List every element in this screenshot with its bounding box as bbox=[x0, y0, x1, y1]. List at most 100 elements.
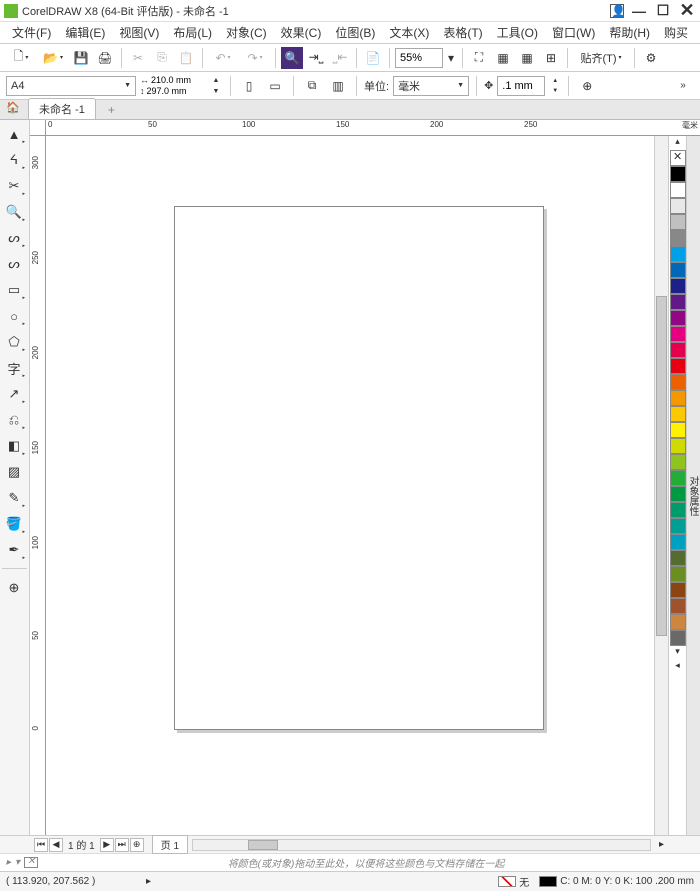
menu-text[interactable]: 文本(X) bbox=[383, 22, 435, 43]
page-next[interactable]: ▶ bbox=[100, 838, 114, 852]
ellipse-tool[interactable]: ○▸ bbox=[2, 304, 26, 328]
color-swatch[interactable] bbox=[670, 374, 686, 390]
scroll-right[interactable]: ▸ bbox=[655, 839, 668, 850]
menu-edit[interactable]: 编辑(E) bbox=[59, 22, 111, 43]
page-last[interactable]: ⏭ bbox=[115, 838, 129, 852]
vertical-ruler[interactable]: 300 250 200 150 100 50 0 bbox=[30, 136, 46, 835]
color-swatch[interactable] bbox=[670, 502, 686, 518]
color-swatch-none[interactable]: ✕ bbox=[670, 150, 686, 166]
minimize-button[interactable]: — bbox=[630, 3, 648, 19]
color-swatch[interactable] bbox=[670, 422, 686, 438]
vertical-scrollbar[interactable] bbox=[654, 136, 668, 835]
color-swatch[interactable] bbox=[670, 630, 686, 646]
zoom-tool[interactable]: 🔍▸ bbox=[2, 200, 26, 224]
print-button[interactable]: 🖨 bbox=[94, 47, 116, 69]
transparency-tool[interactable]: ▨ bbox=[2, 460, 26, 484]
shape-tool[interactable]: ᔦ▸ bbox=[2, 148, 26, 172]
menu-help[interactable]: 帮助(H) bbox=[603, 22, 656, 43]
pick-tool[interactable]: ▲▸ bbox=[2, 122, 26, 146]
nudge-down[interactable]: ▼ bbox=[549, 86, 561, 96]
menu-buy[interactable]: 购买 bbox=[658, 22, 694, 43]
artistic-media-tool[interactable]: ᔕ bbox=[2, 252, 26, 276]
palette-up[interactable]: ▴ bbox=[669, 136, 686, 150]
hscroll-thumb[interactable] bbox=[248, 840, 278, 850]
outline-tool[interactable]: ✒▸ bbox=[2, 538, 26, 562]
color-swatch[interactable] bbox=[670, 294, 686, 310]
hint-nav-down[interactable]: ▾ bbox=[15, 857, 20, 868]
menu-window[interactable]: 窗口(W) bbox=[546, 22, 601, 43]
color-swatch[interactable] bbox=[670, 454, 686, 470]
color-swatch[interactable] bbox=[670, 438, 686, 454]
color-swatch[interactable] bbox=[670, 550, 686, 566]
open-button[interactable]: 📂▾ bbox=[38, 47, 68, 69]
new-button[interactable]: 🗋▾ bbox=[6, 47, 36, 69]
document-tab[interactable]: 未命名 -1 bbox=[28, 98, 96, 119]
color-swatch[interactable] bbox=[670, 198, 686, 214]
page-height-input[interactable] bbox=[147, 86, 201, 97]
copy-button[interactable]: ⎘ bbox=[151, 47, 173, 69]
color-swatch[interactable] bbox=[670, 566, 686, 582]
eyedropper-tool[interactable]: ✎▸ bbox=[2, 486, 26, 510]
rulers-button[interactable]: ▦ bbox=[492, 47, 514, 69]
parallel-dim-tool[interactable]: ↗▸ bbox=[2, 382, 26, 406]
fill-tool[interactable]: 🪣▸ bbox=[2, 512, 26, 536]
color-swatch[interactable] bbox=[670, 182, 686, 198]
guides-button[interactable]: ⊞ bbox=[540, 47, 562, 69]
width-spinner-down[interactable]: ▼ bbox=[209, 86, 223, 97]
all-pages-button[interactable]: ⧉ bbox=[301, 75, 323, 97]
export-button[interactable]: ⎵⇤ bbox=[329, 47, 351, 69]
color-swatch[interactable] bbox=[670, 326, 686, 342]
rectangle-tool[interactable]: ▭▸ bbox=[2, 278, 26, 302]
account-icon[interactable]: 👤 bbox=[610, 4, 624, 18]
connector-tool[interactable]: ⎌▸ bbox=[2, 408, 26, 432]
redo-button[interactable]: ↷▾ bbox=[240, 47, 270, 69]
portrait-button[interactable]: ▯ bbox=[238, 75, 260, 97]
duplicate-distance-button[interactable]: ⊕ bbox=[576, 75, 598, 97]
page-tab[interactable]: 页 1 bbox=[152, 835, 188, 854]
color-swatch[interactable] bbox=[670, 230, 686, 246]
crop-tool[interactable]: ✂▸ bbox=[2, 174, 26, 198]
color-swatch[interactable] bbox=[670, 310, 686, 326]
add-tab-button[interactable]: + bbox=[98, 101, 125, 119]
horizontal-scrollbar[interactable] bbox=[192, 839, 651, 851]
drop-shadow-tool[interactable]: ◧▸ bbox=[2, 434, 26, 458]
color-swatch[interactable] bbox=[670, 246, 686, 262]
color-swatch[interactable] bbox=[670, 342, 686, 358]
status-next-icon[interactable]: ▸ bbox=[146, 876, 151, 887]
menu-table[interactable]: 表格(T) bbox=[437, 22, 488, 43]
grid-button[interactable]: ▦ bbox=[516, 47, 538, 69]
snap-button[interactable]: 贴齐(T)▾ bbox=[573, 47, 629, 69]
paste-button[interactable]: 📋 bbox=[175, 47, 197, 69]
color-swatch[interactable] bbox=[670, 166, 686, 182]
freehand-tool[interactable]: ᔕ▸ bbox=[2, 226, 26, 250]
undo-button[interactable]: ↶▾ bbox=[208, 47, 238, 69]
menu-tools[interactable]: 工具(O) bbox=[491, 22, 544, 43]
color-swatch[interactable] bbox=[670, 470, 686, 486]
drawing-canvas[interactable] bbox=[46, 136, 654, 835]
menu-view[interactable]: 视图(V) bbox=[113, 22, 165, 43]
menu-layout[interactable]: 布局(L) bbox=[167, 22, 218, 43]
page-first[interactable]: ⏮ bbox=[34, 838, 48, 852]
color-swatch[interactable] bbox=[670, 486, 686, 502]
close-button[interactable]: ✕ bbox=[678, 0, 696, 21]
search-button[interactable]: 🔍 bbox=[281, 47, 303, 69]
nudge-up[interactable]: ▲ bbox=[549, 76, 561, 86]
cut-button[interactable]: ✂ bbox=[127, 47, 149, 69]
maximize-button[interactable]: ☐ bbox=[654, 2, 672, 19]
color-swatch[interactable] bbox=[670, 278, 686, 294]
nudge-input[interactable] bbox=[497, 76, 545, 96]
palette-flyout[interactable]: ◂ bbox=[669, 660, 686, 674]
ruler-origin[interactable] bbox=[30, 120, 46, 136]
hint-swatch[interactable]: ✕ bbox=[24, 857, 38, 868]
page-prev[interactable]: ◀ bbox=[49, 838, 63, 852]
menu-file[interactable]: 文件(F) bbox=[6, 22, 57, 43]
color-swatch[interactable] bbox=[670, 406, 686, 422]
fullscreen-button[interactable]: ⛶ bbox=[468, 47, 490, 69]
landscape-button[interactable]: ▭ bbox=[264, 75, 286, 97]
toolbar-overflow[interactable]: » bbox=[672, 75, 694, 97]
current-page-button[interactable]: ▥ bbox=[327, 75, 349, 97]
text-tool[interactable]: 字▸ bbox=[2, 356, 26, 380]
save-button[interactable]: 💾 bbox=[70, 47, 92, 69]
width-spinner-up[interactable]: ▲ bbox=[209, 75, 223, 86]
menu-bitmap[interactable]: 位图(B) bbox=[329, 22, 381, 43]
